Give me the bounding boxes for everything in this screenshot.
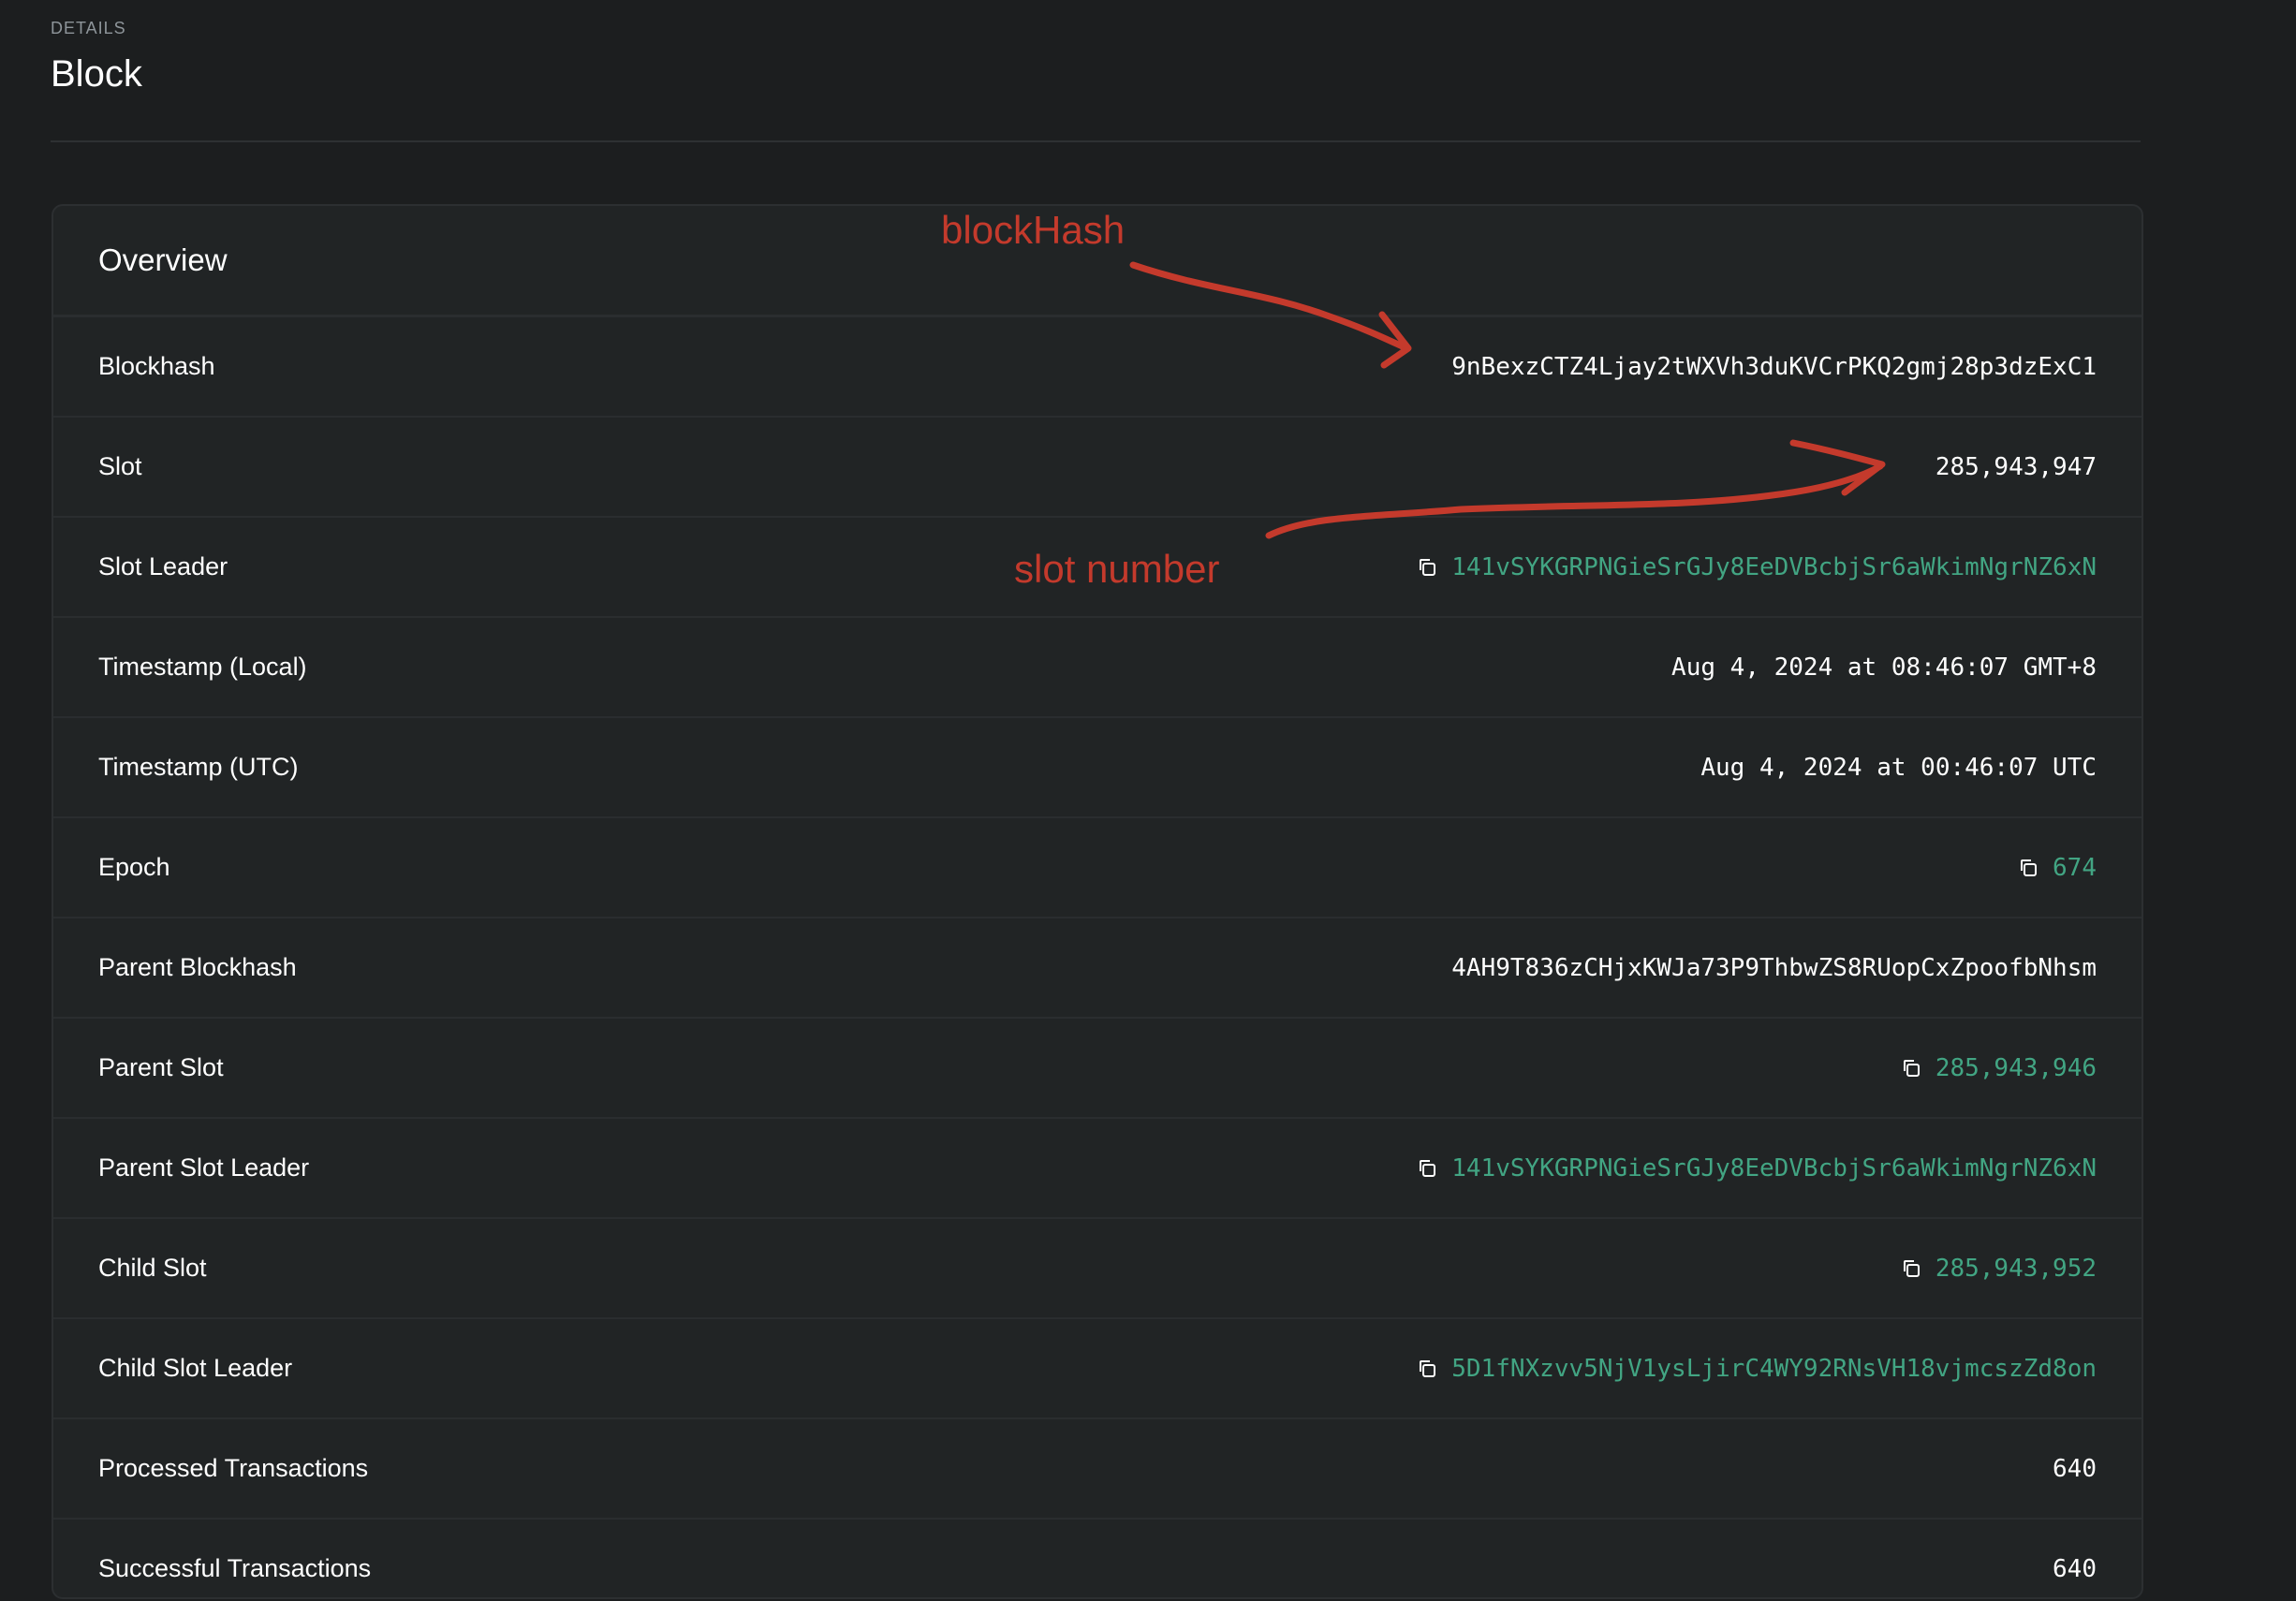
row-value-link[interactable]: 141vSYKGRPNGieSrGJy8EeDVBcbjSr6aWkimNgrN… <box>1451 1154 2097 1182</box>
row-label: Child Slot Leader <box>98 1354 293 1382</box>
overview-row-slot: Slot 285,943,947 <box>53 418 2141 518</box>
row-value: 640 <box>2053 1554 2097 1583</box>
annotation-slot-label: slot number <box>1014 547 1220 591</box>
row-value-wrapper: 640 <box>2053 1555 2097 1583</box>
row-value-wrapper: 285,943,952 <box>1900 1255 2097 1283</box>
row-label: Epoch <box>98 853 170 881</box>
row-value-link[interactable]: 141vSYKGRPNGieSrGJy8EeDVBcbjSr6aWkimNgrN… <box>1451 553 2097 581</box>
row-value-link[interactable]: 674 <box>2053 854 2097 882</box>
copy-icon[interactable] <box>1900 1057 1922 1080</box>
row-value-wrapper: 285,943,947 <box>1935 453 2097 481</box>
overview-row-timestamp-local: Timestamp (Local) Aug 4, 2024 at 08:46:07… <box>53 618 2141 718</box>
row-value-wrapper: 4AH9T836zCHjxKWJa73P9ThbwZS8RUopCxZpoofb… <box>1451 954 2097 982</box>
copy-icon[interactable] <box>1416 556 1438 579</box>
page-pretitle: Details <box>51 19 126 37</box>
overview-row-timestamp-utc: Timestamp (UTC) Aug 4, 2024 at 00:46:07 U… <box>53 718 2141 818</box>
overview-row-child-slot-leader: Child Slot Leader 5D1fNXzvv5NjV1ysLjirC4W… <box>53 1319 2141 1419</box>
copy-icon[interactable] <box>2017 857 2039 879</box>
copy-icon[interactable] <box>1416 1157 1438 1180</box>
overview-row-successful-transactions: Successful Transactions 640 <box>53 1520 2141 1597</box>
page-header: Details Block <box>51 17 142 95</box>
row-label: Parent Slot <box>98 1053 224 1081</box>
row-label: Successful Transactions <box>98 1554 372 1582</box>
page-title: Block <box>51 53 142 95</box>
row-value-wrapper: Aug 4, 2024 at 08:46:07 GMT+8 <box>1671 654 2097 682</box>
copy-icon[interactable] <box>1416 1358 1438 1380</box>
row-label: Processed Transactions <box>98 1454 369 1482</box>
row-label: Parent Blockhash <box>98 953 297 981</box>
header-divider <box>51 140 2141 142</box>
overview-card: Overview Blockhash 9nBexzCTZ4Ljay2tWXVh3d… <box>52 204 2143 1599</box>
row-value-link[interactable]: 5D1fNXzvv5NjV1ysLjirC4WY92RNsVH18vjmcszZ… <box>1451 1355 2097 1383</box>
overview-rows: Blockhash 9nBexzCTZ4Ljay2tWXVh3duKVCrPKQ2… <box>53 317 2141 1597</box>
row-value-wrapper: 141vSYKGRPNGieSrGJy8EeDVBcbjSr6aWkimNgrN… <box>1416 553 2097 581</box>
row-label: Blockhash <box>98 352 215 380</box>
row-value-wrapper: Aug 4, 2024 at 00:46:07 UTC <box>1700 754 2097 782</box>
row-value-wrapper: 9nBexzCTZ4Ljay2tWXVh3duKVCrPKQ2gmj28p3dz… <box>1451 353 2097 381</box>
row-value: 4AH9T836zCHjxKWJa73P9ThbwZS8RUopCxZpoofb… <box>1451 953 2097 982</box>
row-value: 9nBexzCTZ4Ljay2tWXVh3duKVCrPKQ2gmj28p3dz… <box>1451 352 2097 381</box>
row-label: Timestamp (Local) <box>98 653 307 681</box>
overview-row-blockhash: Blockhash 9nBexzCTZ4Ljay2tWXVh3duKVCrPKQ2… <box>53 317 2141 418</box>
row-value-wrapper: 640 <box>2053 1455 2097 1483</box>
row-label: Child Slot <box>98 1254 207 1282</box>
row-value-link[interactable]: 285,943,952 <box>1935 1255 2097 1283</box>
row-value: 285,943,947 <box>1935 452 2097 481</box>
row-value-link[interactable]: 285,943,946 <box>1935 1054 2097 1082</box>
overview-row-parent-slot-leader: Parent Slot Leader 141vSYKGRPNGieSrGJy8Ee… <box>53 1119 2141 1219</box>
row-value-wrapper: 674 <box>2017 854 2097 882</box>
row-value: 640 <box>2053 1454 2097 1483</box>
overview-row-processed-transactions: Processed Transactions 640 <box>53 1419 2141 1520</box>
overview-row-child-slot: Child Slot 285,943,952 <box>53 1219 2141 1319</box>
overview-row-parent-slot: Parent Slot 285,943,946 <box>53 1019 2141 1119</box>
copy-icon[interactable] <box>1900 1257 1922 1280</box>
row-label: Parent Slot Leader <box>98 1153 310 1182</box>
row-label: Timestamp (UTC) <box>98 753 299 781</box>
row-value-wrapper: 285,943,946 <box>1900 1054 2097 1082</box>
overview-card-title: Overview <box>98 242 228 277</box>
annotation-blockhash-label: blockHash <box>941 208 1126 252</box>
overview-row-epoch: Epoch 674 <box>53 818 2141 918</box>
row-value-wrapper: 141vSYKGRPNGieSrGJy8EeDVBcbjSr6aWkimNgrN… <box>1416 1154 2097 1182</box>
block-details-page: Details Block Overview Blockhash 9nBexzCT… <box>0 0 2296 1601</box>
overview-row-parent-blockhash: Parent Blockhash 4AH9T836zCHjxKWJa73P9Thb… <box>53 918 2141 1019</box>
row-value: Aug 4, 2024 at 00:46:07 UTC <box>1700 753 2097 782</box>
row-value-wrapper: 5D1fNXzvv5NjV1ysLjirC4WY92RNsVH18vjmcszZ… <box>1416 1355 2097 1383</box>
row-label: Slot Leader <box>98 552 228 580</box>
row-label: Slot <box>98 452 142 480</box>
row-value: Aug 4, 2024 at 08:46:07 GMT+8 <box>1671 653 2097 682</box>
